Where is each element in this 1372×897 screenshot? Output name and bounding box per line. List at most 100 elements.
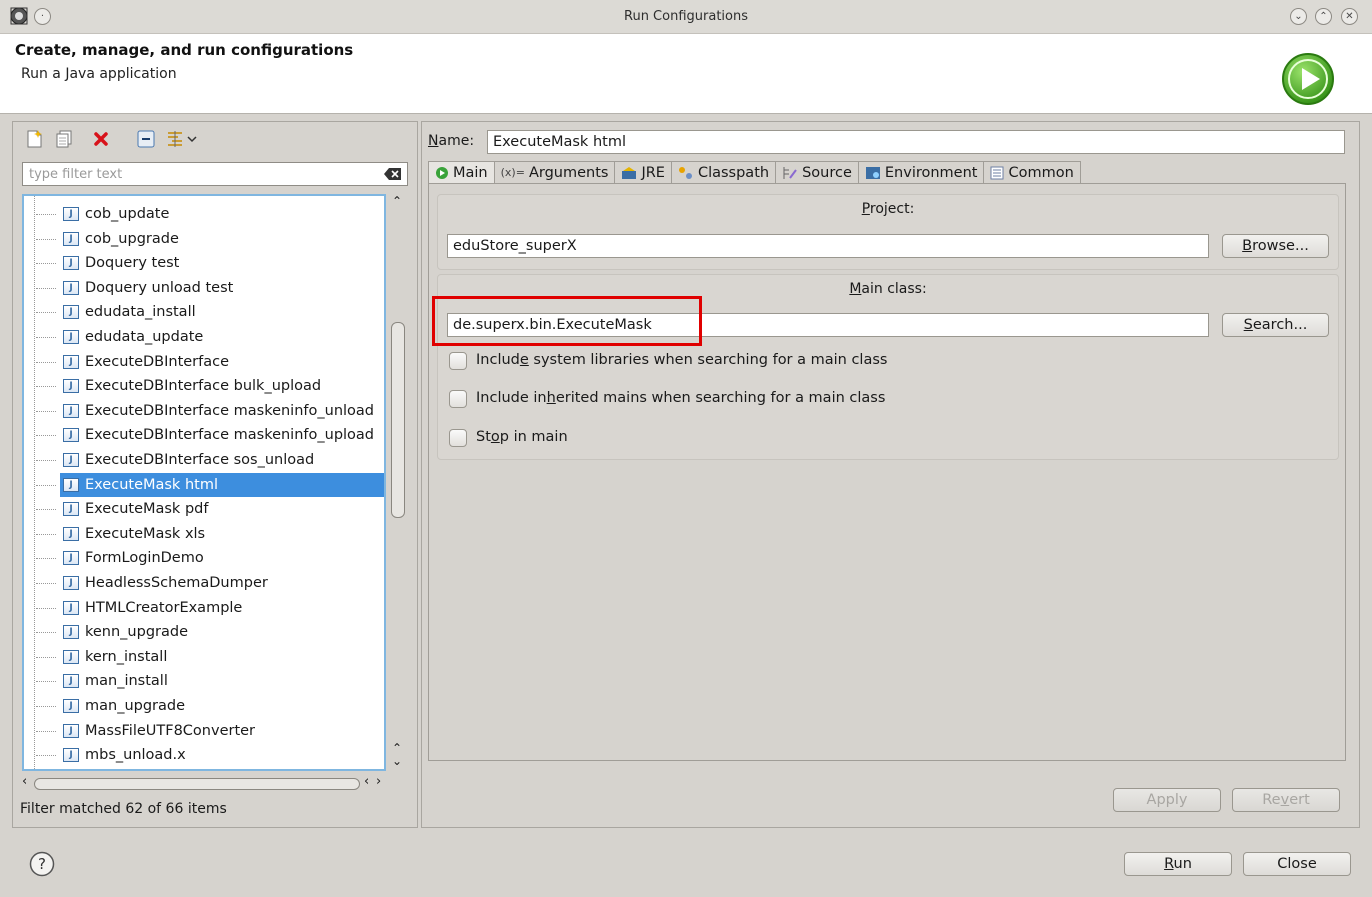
java-application-icon: J: [63, 280, 79, 295]
tree-item[interactable]: Jman_install: [60, 669, 384, 693]
window-title: Run Configurations: [624, 9, 748, 24]
horizontal-scroll-thumb[interactable]: [34, 778, 360, 790]
tree-item-label: mbs_unload.x: [85, 747, 186, 764]
tab-arguments[interactable]: (x)= Arguments: [493, 161, 616, 184]
revert-button[interactable]: Revert: [1232, 788, 1340, 812]
tree-item[interactable]: J ExecuteDBInterface: [60, 350, 384, 374]
tree-item[interactable]: Jedudata_install: [60, 300, 384, 324]
tree-item[interactable]: J FormLoginDemo: [60, 546, 384, 570]
tree-item-label: ExecuteMask html: [85, 476, 218, 493]
java-application-icon: J: [63, 477, 79, 492]
tree-item[interactable]: J ExecuteMask pdf: [60, 497, 384, 521]
tree-item-label: HTMLCreatorExample: [85, 599, 243, 616]
tree-item[interactable]: Jcob_upgrade: [60, 227, 384, 251]
svg-text:?: ?: [38, 855, 46, 873]
dialog-header: Create, manage, and run configurations R…: [0, 34, 1372, 114]
vertical-scroll-thumb[interactable]: [391, 322, 405, 518]
tree-item[interactable]: J ExecuteDBInterface bulk_upload: [60, 374, 384, 398]
tab-jre[interactable]: JRE: [614, 161, 672, 184]
tree-item[interactable]: Jmbs_unload.x: [60, 743, 384, 767]
tree-item[interactable]: Jcob_update: [60, 202, 384, 226]
scroll-left-icon[interactable]: ‹: [22, 774, 27, 789]
tree-connector: [36, 263, 56, 265]
run-green-circle-icon: [1281, 52, 1335, 106]
tree-connector: [36, 706, 56, 707]
minimize-button[interactable]: ⌄: [1290, 8, 1307, 25]
duplicate-icon[interactable]: [53, 128, 75, 150]
tree-item[interactable]: J ExecuteMask html: [60, 472, 384, 497]
tree-item-label: man_upgrade: [85, 698, 186, 714]
tree-item[interactable]: J HTMLCreatorExample: [60, 596, 384, 620]
tree-item[interactable]: Jkenn_upgrade: [60, 620, 384, 644]
scroll-up-icon[interactable]: ⌃: [392, 194, 402, 208]
tree-vertical-scrollbar[interactable]: ⌃ ⌃ ⌄: [388, 194, 408, 771]
maximize-button[interactable]: ⌃: [1315, 8, 1332, 25]
tree-connector: [36, 484, 56, 486]
run-button[interactable]: Run: [1124, 852, 1232, 876]
tree-connector: [36, 287, 56, 289]
search-button[interactable]: Search...: [1222, 313, 1329, 337]
scroll-down-icon[interactable]: ⌄: [392, 754, 402, 768]
main-class-highlight: [432, 296, 702, 346]
tree-item[interactable]: Jedudata_update: [60, 325, 384, 349]
delete-icon[interactable]: [90, 128, 112, 150]
tree-item-label: man_install: [85, 673, 168, 690]
name-field[interactable]: ExecuteMask html: [487, 130, 1345, 154]
clear-filter-icon[interactable]: [384, 167, 402, 181]
apply-button[interactable]: Apply: [1113, 788, 1221, 812]
project-field[interactable]: eduStore_superX: [447, 234, 1209, 258]
filter-field[interactable]: [22, 162, 408, 186]
include-inherited-mains-label: Include inherited mains when searching f…: [476, 390, 886, 406]
tab-label: Classpath: [697, 165, 770, 181]
tree-connector: [36, 558, 56, 560]
tree-item[interactable]: J HeadlessSchemaDumper: [60, 571, 384, 595]
tree-item[interactable]: J MassFileUTF8Converter: [60, 719, 384, 743]
tab-source[interactable]: Source: [775, 161, 859, 184]
help-icon[interactable]: ?: [29, 851, 55, 877]
tree-item-label: edudata_update: [85, 329, 204, 345]
tree-item[interactable]: Jman_upgrade: [60, 694, 384, 718]
tab-main[interactable]: Main: [428, 161, 495, 184]
java-application-icon: J: [63, 379, 79, 394]
scroll-up-icon[interactable]: ⌃: [392, 741, 402, 755]
tree-item[interactable]: J ExecuteMask xls: [60, 522, 384, 546]
close-button[interactable]: ✕: [1341, 8, 1358, 25]
tree-connector: [36, 238, 56, 240]
tree-item[interactable]: J ExecuteDBInterface sos_unload: [60, 448, 384, 472]
browse-button[interactable]: Browse...: [1222, 234, 1329, 258]
filter-input[interactable]: [27, 164, 367, 184]
tree-item[interactable]: J Doquery test: [60, 251, 384, 275]
source-icon: [782, 166, 798, 180]
tree-item[interactable]: J ExecuteDBInterface maskeninfo_upload: [60, 423, 384, 447]
java-application-icon: J: [63, 256, 79, 271]
filter-icon[interactable]: [165, 128, 201, 150]
tree-item[interactable]: J ExecuteDBInterface maskeninfo_unload: [60, 399, 384, 423]
include-system-libraries-checkbox[interactable]: [449, 352, 467, 370]
tree-connector: [36, 730, 56, 732]
java-application-icon: J: [63, 207, 79, 221]
new-launch-configuration-icon[interactable]: [24, 128, 46, 150]
java-application-icon: J: [63, 330, 79, 344]
tree-item[interactable]: Jkern_install: [60, 645, 384, 669]
tab-classpath[interactable]: Classpath: [670, 161, 777, 184]
tree-item-label: ExecuteDBInterface: [85, 353, 230, 370]
stop-in-main-checkbox[interactable]: [449, 429, 467, 447]
scroll-right-icon[interactable]: ›: [376, 774, 381, 789]
tree-item-label: FormLoginDemo: [85, 550, 204, 567]
include-inherited-mains-checkbox[interactable]: [449, 390, 467, 408]
tree-horizontal-scrollbar[interactable]: ‹ ‹ ›: [22, 774, 388, 792]
close-dialog-button[interactable]: Close: [1243, 852, 1351, 876]
collapse-all-icon[interactable]: [135, 128, 157, 150]
scroll-left-icon[interactable]: ‹: [364, 774, 369, 789]
java-application-icon: J: [63, 305, 79, 320]
tree-connector: [36, 214, 56, 215]
tree-item-label: MassFileUTF8Converter: [85, 722, 256, 739]
tree-item[interactable]: J Doquery unload test: [60, 276, 384, 300]
java-application-icon: J: [63, 403, 79, 418]
tree-connector: [36, 755, 56, 757]
tree-guide-line: [34, 196, 35, 769]
tab-common[interactable]: Common: [983, 161, 1081, 184]
tab-environment[interactable]: Environment: [857, 161, 985, 184]
tab-label: Environment: [884, 165, 978, 181]
configuration-tree[interactable]: Jcob_update Jcob_upgrade J Doquery test J Doq…: [22, 194, 386, 771]
